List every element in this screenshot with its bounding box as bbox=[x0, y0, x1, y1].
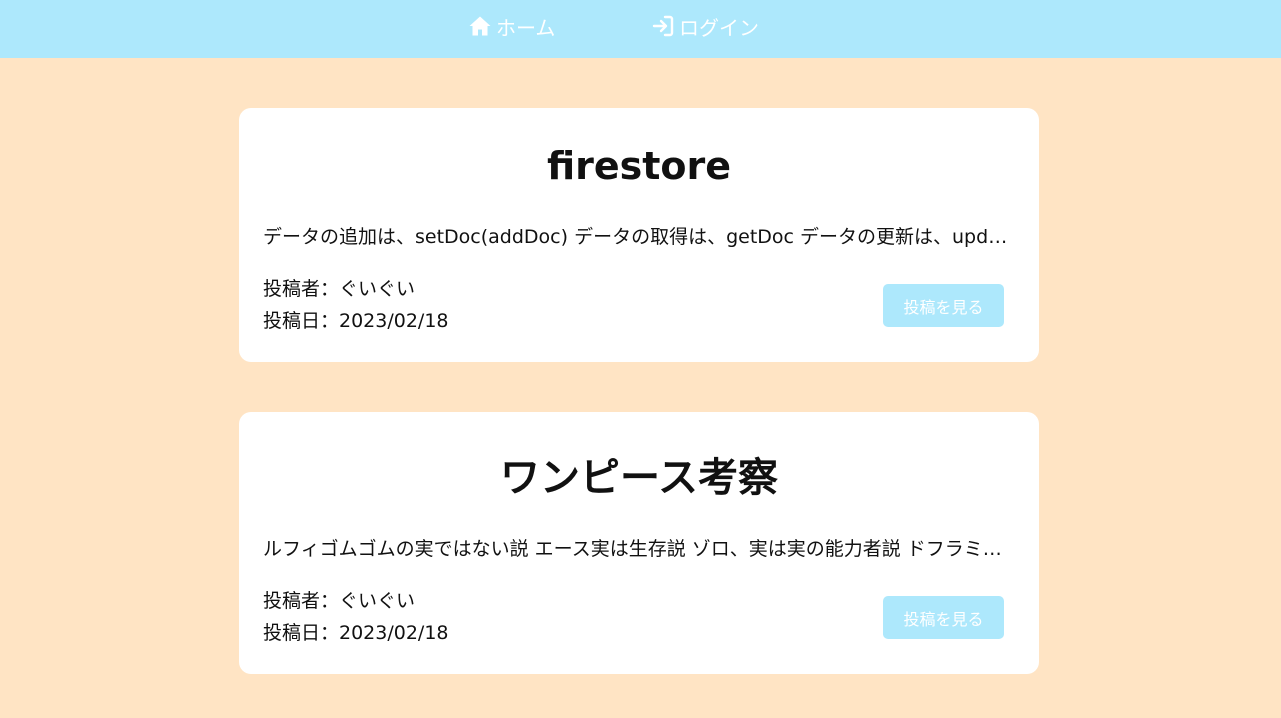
post-card: ワンピース考察 ルフィゴムゴムの実ではない説 エース実は生存説 ゾロ、実は実の能… bbox=[239, 412, 1039, 674]
post-meta: 投稿者：ぐいぐい 投稿日：2023/02/18 bbox=[263, 273, 449, 337]
post-date: 投稿日：2023/02/18 bbox=[263, 310, 449, 332]
view-post-button[interactable]: 投稿を見る bbox=[883, 596, 1004, 639]
post-author: 投稿者：ぐいぐい bbox=[263, 278, 416, 300]
nav-login-link[interactable]: ログイン bbox=[651, 0, 759, 52]
nav-login-label: ログイン bbox=[679, 15, 759, 40]
login-icon bbox=[651, 14, 675, 38]
post-author: 投稿者：ぐいぐい bbox=[263, 590, 416, 612]
post-excerpt: データの追加は、setDoc(addDoc) データの取得は、getDoc デー… bbox=[263, 226, 1015, 248]
nav-home-link[interactable]: ホーム bbox=[468, 0, 555, 52]
post-meta: 投稿者：ぐいぐい 投稿日：2023/02/18 bbox=[263, 585, 449, 649]
post-date: 投稿日：2023/02/18 bbox=[263, 622, 449, 644]
post-excerpt: ルフィゴムゴムの実ではない説 エース実は生存説 ゾロ、実は実の能力者説 ドフラミ… bbox=[263, 538, 1015, 560]
post-title: ワンピース考察 bbox=[500, 455, 778, 501]
post-title: firestore bbox=[546, 144, 732, 188]
view-post-button[interactable]: 投稿を見る bbox=[883, 284, 1004, 327]
nav-home-label: ホーム bbox=[496, 15, 556, 40]
top-nav: ホーム ログイン bbox=[0, 0, 1281, 58]
home-icon bbox=[468, 14, 492, 38]
post-card: firestore データの追加は、setDoc(addDoc) データの取得は… bbox=[239, 108, 1039, 362]
